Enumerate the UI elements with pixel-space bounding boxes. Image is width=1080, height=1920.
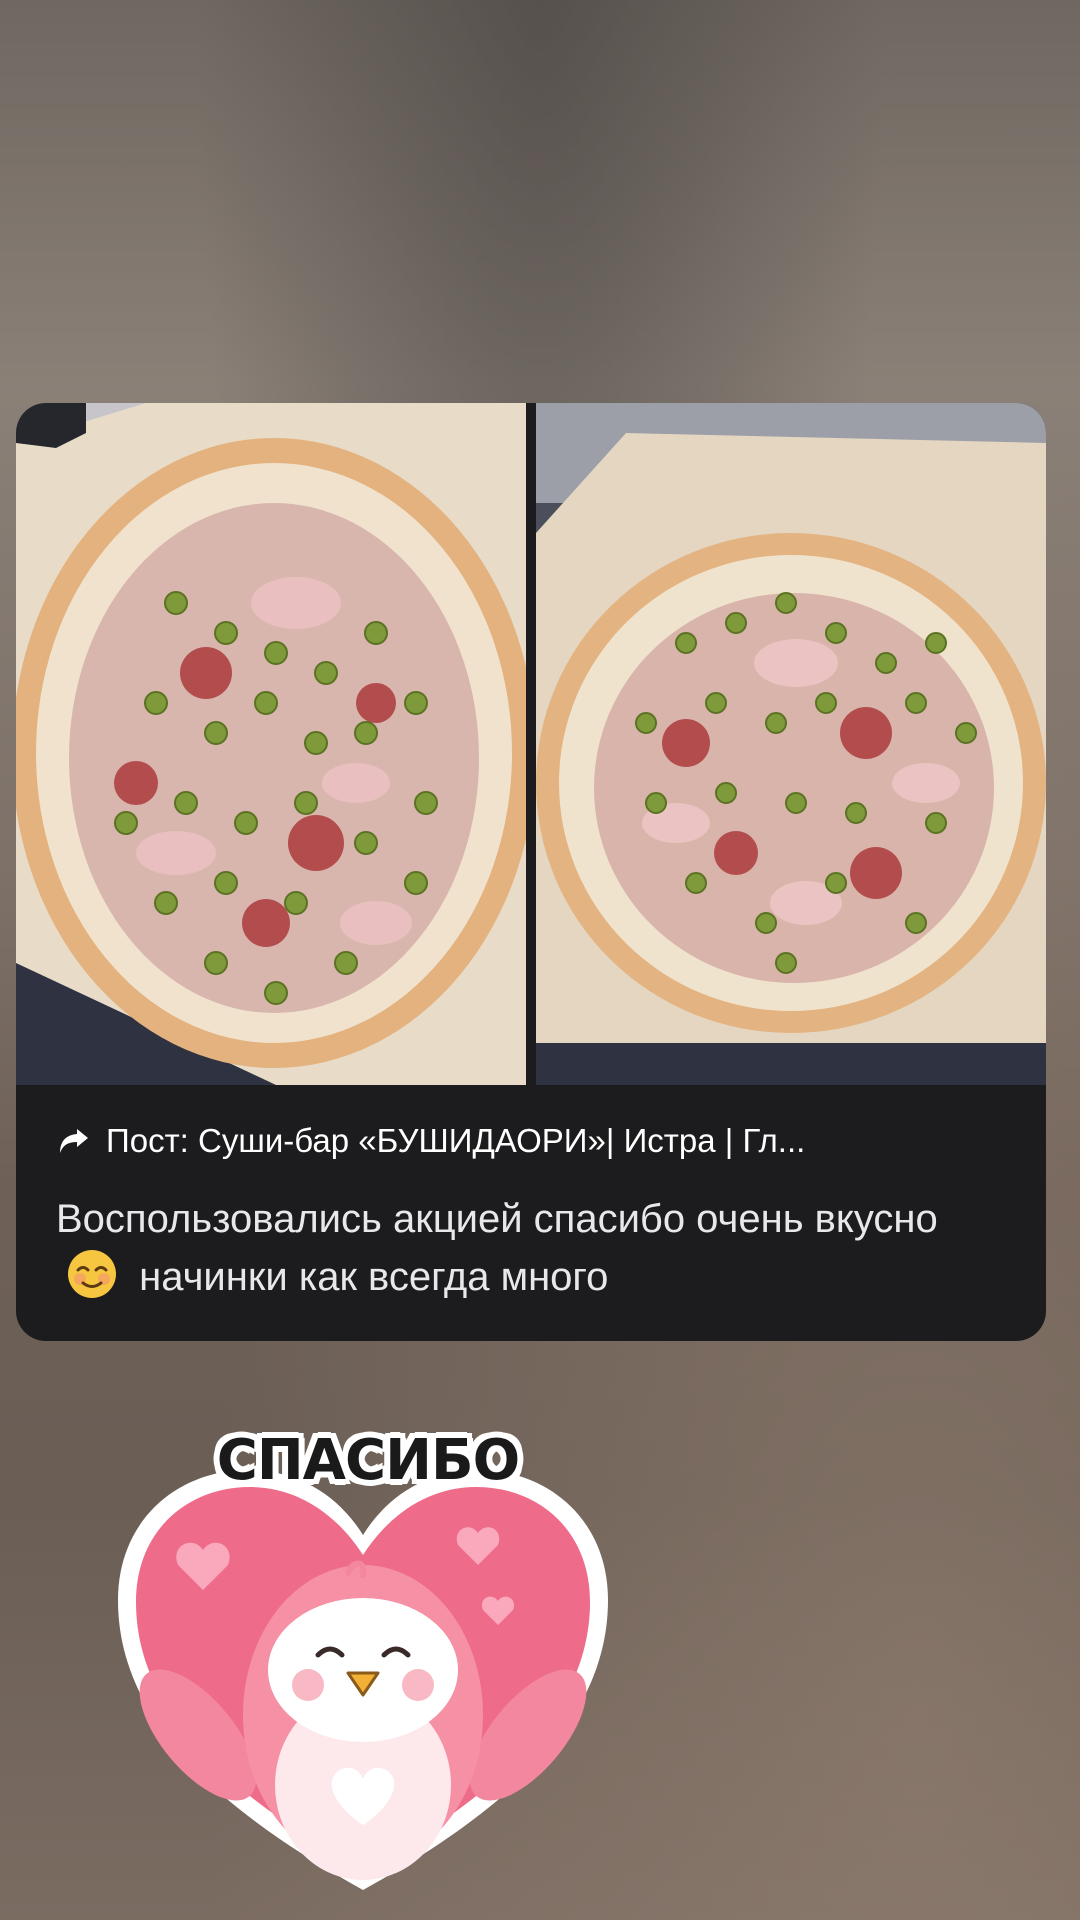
repost-link[interactable]: Пост: Суши-бар «БУШИДАОРИ»| Истра | Гл..… — [56, 1113, 1016, 1169]
penguin-heart-sticker[interactable]: СПАСИБО — [108, 1395, 618, 1895]
sticker-caption: СПАСИБО — [216, 1427, 521, 1493]
message-card[interactable]: Пост: Суши-бар «БУШИДАОРИ»| Истра | Гл..… — [16, 403, 1046, 1341]
photo-grid — [16, 403, 1046, 1085]
message-text-part-1: Воспользовались акцией спасибо очень вку… — [56, 1197, 938, 1241]
repost-title: Пост: Суши-бар «БУШИДАОРИ»| Истра | Гл..… — [106, 1122, 806, 1159]
pizza-photo-2[interactable] — [536, 403, 1046, 1085]
message-text: Воспользовались акцией спасибо очень вку… — [56, 1191, 1016, 1306]
pizza-photo-1[interactable] — [16, 403, 526, 1085]
reply-arrow-icon — [60, 1129, 88, 1153]
message-text-part-2: начинки как всегда много — [139, 1255, 609, 1299]
smiling-face-emoji-icon — [68, 1250, 116, 1298]
